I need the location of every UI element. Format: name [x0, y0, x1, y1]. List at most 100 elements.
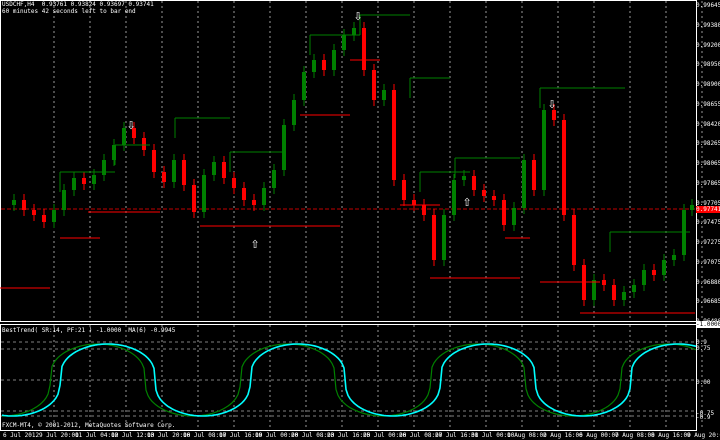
candle-body	[302, 72, 306, 100]
candle-body	[632, 285, 636, 292]
sell-arrow-icon: ⇩	[126, 119, 135, 132]
time-axis-label: 9 Aug 20:00	[687, 432, 720, 439]
candle-body	[212, 162, 216, 175]
candle-body	[272, 170, 276, 188]
candle-body	[32, 210, 36, 215]
candle-body	[512, 208, 516, 225]
candle-body	[592, 280, 596, 300]
time-axis-label: 7 Aug 08:00	[615, 432, 655, 439]
price-axis-label: 0.98265	[696, 140, 720, 148]
candle-body	[402, 180, 406, 200]
indicator-axis-label: 0.00	[696, 379, 711, 386]
price-axis-label: 0.99380	[696, 21, 720, 29]
candle-body	[442, 215, 446, 260]
candle-body	[252, 200, 256, 205]
price-axis-label: 0.98900	[696, 81, 720, 88]
time-axis-label: 6 Aug 00:00	[579, 432, 619, 439]
price-chart[interactable]: ⇩ ⇩ ⇩ ⇧ ⇧	[0, 0, 720, 440]
time-axis-label: 1 Aug 08:00	[507, 432, 547, 439]
candle-body	[462, 176, 466, 180]
candle-body	[332, 50, 336, 70]
sell-arrow-icon: ⇩	[547, 98, 556, 111]
price-axis-label: 0.97275	[696, 239, 720, 246]
candle-body	[622, 292, 626, 300]
candle-body	[92, 175, 96, 184]
current-price-tag: 0.97741	[696, 206, 720, 213]
candle-body	[542, 110, 546, 190]
candle-body	[612, 285, 616, 300]
candle-body	[690, 205, 694, 210]
time-axis-label: 6 Jul 2012	[3, 432, 40, 439]
candle-body	[662, 260, 666, 275]
candle-body	[262, 188, 266, 205]
bar-timer-label: 60 minutes 42 seconds left to bar end	[2, 8, 136, 15]
price-axis-label: 0.98950	[696, 61, 720, 69]
candle-body	[522, 160, 526, 208]
candle-body	[672, 255, 676, 260]
sell-arrow-icon: ⇩	[353, 10, 362, 23]
buy-arrow-icon: ⇧	[250, 238, 259, 251]
candle-body	[12, 200, 16, 205]
candle-body	[362, 28, 366, 70]
candle-body	[422, 205, 426, 215]
candle-body	[562, 120, 566, 215]
candle-body	[42, 215, 46, 222]
candle-body	[432, 215, 436, 260]
price-axis-label: 0.99645	[696, 2, 720, 9]
candle-body	[412, 200, 416, 205]
candle-body	[602, 280, 606, 285]
price-axis-label: 0.97865	[696, 179, 720, 187]
time-axis-label: 2 Aug 16:00	[543, 432, 583, 439]
indicator-axis-label: -1.0000	[696, 321, 720, 328]
candle-body	[372, 70, 376, 100]
price-axis-label: 0.98065	[696, 160, 720, 167]
candle-body	[172, 160, 176, 182]
candle-body	[312, 60, 316, 72]
price-axis-label: 0.99200	[696, 41, 720, 49]
candle-body	[572, 215, 576, 265]
price-axis-label: 0.96880	[696, 278, 720, 286]
candle-body	[452, 180, 456, 215]
candle-body	[492, 196, 496, 200]
candle-body	[652, 270, 656, 275]
price-axis-label: 0.97475	[696, 219, 720, 227]
candle-body	[82, 178, 86, 184]
time-axis-label: 8 Aug 16:00	[651, 432, 691, 439]
candle-body	[552, 110, 556, 120]
candle-body	[352, 28, 356, 35]
candle-body	[282, 125, 286, 170]
candle-body	[152, 150, 156, 172]
indicator-axis-label: 0.75	[696, 345, 711, 352]
indicator-title: BestTrend( SR:14, PF:21 ) -1.0000 MA(6) …	[2, 327, 176, 334]
price-axis-label: 0.98420	[696, 120, 720, 128]
candle-body	[162, 172, 166, 182]
price-axis-label: 0.98655	[696, 100, 720, 108]
indicator-axis-label: -0.9	[696, 414, 711, 421]
candle-body	[502, 200, 506, 225]
candle-body	[392, 90, 396, 180]
candle-body	[62, 190, 66, 210]
price-axis-label: 0.96685	[696, 298, 720, 306]
candle-body	[222, 162, 226, 178]
candle-body	[202, 175, 206, 212]
copyright-label: FXCM-MT4, © 2001-2012, MetaQuotes Softwa…	[2, 422, 176, 429]
candle-body	[232, 178, 236, 188]
candle-body	[182, 160, 186, 185]
time-axis-label: 9 Jul 20:00	[39, 432, 79, 439]
candle-body	[192, 185, 196, 212]
candle-body	[102, 160, 106, 175]
candle-body	[322, 60, 326, 70]
candle-body	[642, 270, 646, 285]
candle-body	[52, 210, 56, 222]
candle-body	[532, 160, 536, 190]
candle-body	[122, 128, 126, 145]
buy-arrow-icon: ⇧	[462, 196, 471, 209]
symbol-ohlc-label: USDCHF,H4 0.93761 0.93824 0.93697 0.9374…	[2, 1, 154, 8]
candle-body	[292, 100, 296, 125]
candle-body	[72, 178, 76, 190]
price-axis-label: 0.97075	[696, 258, 720, 266]
candle-body	[242, 188, 246, 200]
candle-body	[22, 200, 26, 210]
candle-body	[142, 138, 146, 150]
candle-body	[342, 35, 346, 50]
